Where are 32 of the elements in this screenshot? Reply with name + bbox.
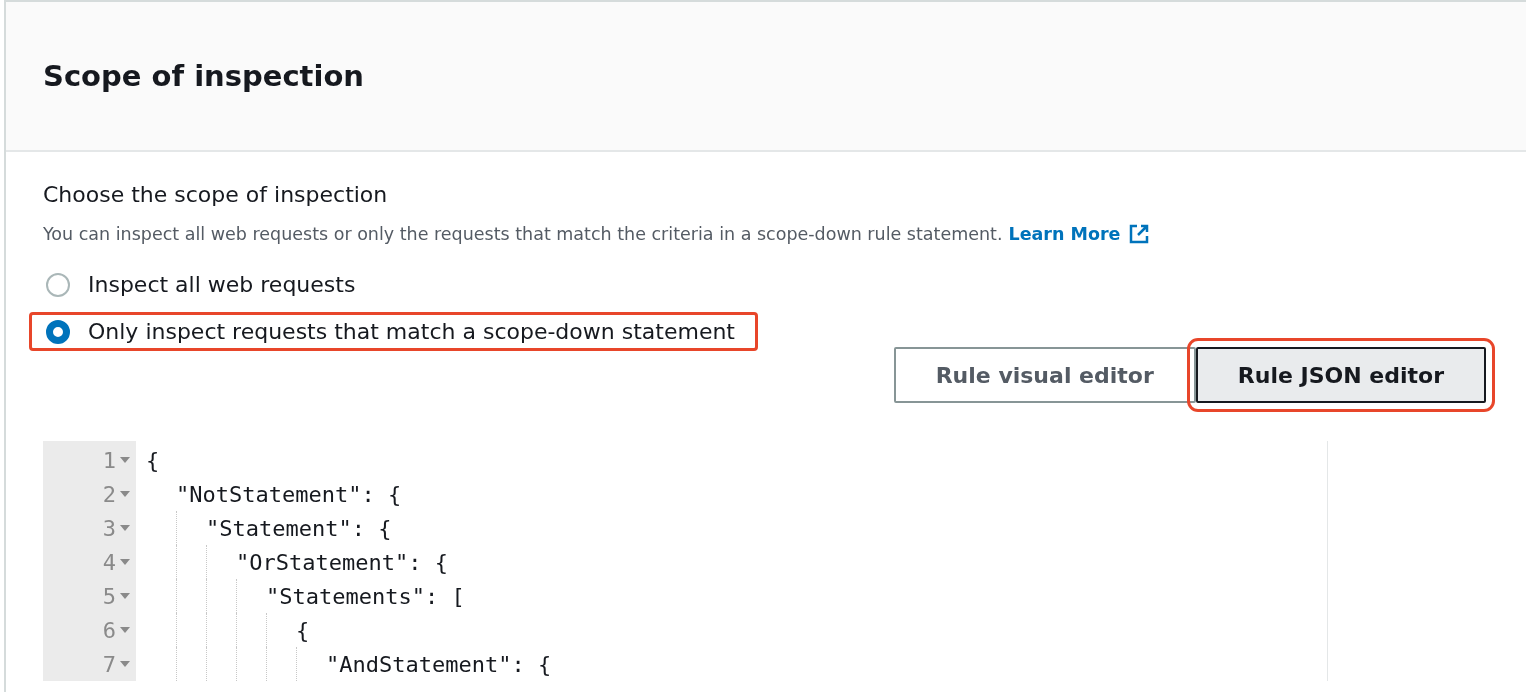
learn-more-link[interactable]: Learn More bbox=[1008, 223, 1151, 245]
code-line: "AndStatement": { bbox=[326, 651, 552, 677]
field-label: Choose the scope of inspection bbox=[43, 182, 389, 207]
caret-icon[interactable] bbox=[120, 457, 130, 463]
field-description: You can inspect all web requests or only the requests that match the criteria in a scope-down rule statement. bbox=[43, 224, 1003, 244]
caret-icon[interactable] bbox=[120, 491, 130, 497]
radio-option[interactable]: Inspect all web requests bbox=[29, 265, 379, 304]
caret-icon[interactable] bbox=[120, 627, 130, 633]
radio-option[interactable]: Only inspect requests that match a scope-down statement bbox=[29, 312, 758, 351]
radio-button[interactable] bbox=[46, 272, 70, 297]
code-line: "Statement": { bbox=[206, 515, 392, 541]
external-link-icon bbox=[1128, 223, 1151, 245]
radio-button[interactable] bbox=[46, 319, 70, 344]
line-number: 6 bbox=[102, 617, 116, 643]
line-number: 4 bbox=[102, 549, 116, 575]
code-line: { bbox=[296, 617, 310, 643]
code-line: "Statements": [ bbox=[266, 583, 465, 609]
code-editor[interactable]: 1 2 3 4 5 6 7 { "NotStatement": { "Statement": { "OrStatement": { "Statements": [ { "AndStatement": { bbox=[43, 441, 1328, 681]
line-number: 3 bbox=[102, 515, 116, 541]
caret-icon[interactable] bbox=[120, 525, 130, 531]
caret-icon[interactable] bbox=[120, 661, 130, 667]
caret-icon[interactable] bbox=[120, 593, 130, 599]
line-number: 1 bbox=[102, 447, 116, 473]
caret-icon[interactable] bbox=[120, 559, 130, 565]
line-number: 2 bbox=[102, 481, 116, 507]
section-title: Scope of inspection bbox=[43, 59, 364, 93]
code-line: { bbox=[146, 447, 160, 473]
line-number: 5 bbox=[102, 583, 116, 609]
editor-tab[interactable]: Rule visual editor bbox=[893, 347, 1196, 403]
code-line: "OrStatement": { bbox=[236, 549, 448, 575]
code-line: "NotStatement": { bbox=[176, 481, 402, 507]
line-number: 7 bbox=[102, 651, 116, 677]
